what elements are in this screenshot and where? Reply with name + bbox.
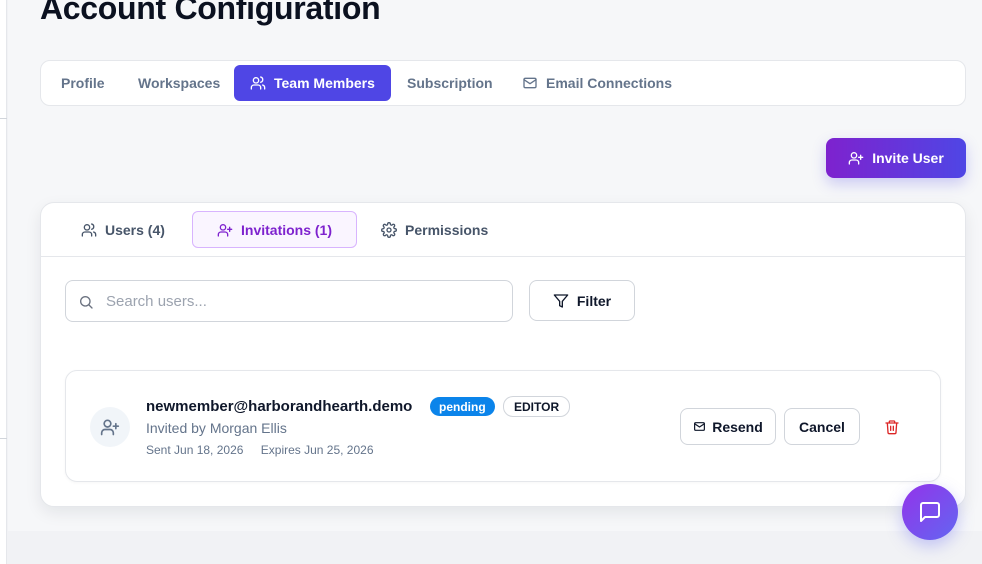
tab-label: Permissions (405, 221, 489, 238)
tab-label: Invitations (1) (241, 221, 333, 238)
top-tabs: Profile Workspaces Team Members Subscrip… (40, 60, 966, 106)
sub-tabs: Users (4) Invitations (1) Permissions (41, 203, 965, 257)
user-plus-icon (217, 223, 233, 237)
expires-date: Expires Jun 25, 2026 (260, 443, 374, 457)
invite-user-button[interactable]: Invite User (826, 138, 966, 178)
cancel-label: Cancel (799, 418, 845, 435)
tab-label: Users (4) (105, 221, 165, 238)
user-plus-icon (848, 152, 864, 165)
tab-email-connections[interactable]: Email Connections (522, 65, 672, 101)
role-badge: EDITOR (503, 396, 571, 417)
resend-button[interactable]: Resend (680, 408, 776, 445)
tab-invitations[interactable]: Invitations (1) (192, 211, 358, 248)
tab-label: Email Connections (546, 75, 673, 91)
avatar (90, 407, 130, 447)
tab-workspaces[interactable]: Workspaces (138, 65, 220, 101)
divider (0, 118, 7, 119)
tab-users[interactable]: Users (4) (81, 211, 165, 248)
mail-icon (694, 422, 706, 431)
gear-icon (381, 221, 397, 238)
search-icon (80, 296, 93, 309)
status-badge: pending (430, 397, 495, 416)
invite-user-label: Invite User (872, 150, 944, 166)
chat-icon (920, 502, 940, 522)
page-title: Account Configuration (40, 0, 381, 26)
divider (0, 438, 7, 439)
mail-icon (523, 77, 537, 89)
cancel-button[interactable]: Cancel (784, 408, 860, 445)
tab-label: Workspaces (138, 75, 221, 91)
user-plus-icon (100, 419, 120, 436)
tab-label: Team Members (274, 75, 375, 91)
trash-icon (885, 420, 899, 435)
users-icon (250, 76, 266, 90)
invitation-email: newmember@harborandhearth.demo (146, 398, 413, 415)
filter-label: Filter (576, 292, 612, 309)
tab-profile[interactable]: Profile (61, 65, 105, 101)
delete-button[interactable] (878, 415, 906, 439)
users-card: Users (4) Invitations (1) Permissions Fi… (40, 202, 966, 507)
invited-by: Invited by Morgan Ellis (146, 420, 287, 436)
invitation-row: newmember@harborandhearth.demo pending E… (65, 370, 941, 482)
tab-label: Subscription (407, 75, 493, 91)
main-content: Account Configuration Profile Workspaces… (8, 0, 982, 531)
tab-label: Profile (61, 75, 105, 91)
search-box (65, 280, 513, 322)
filter-button[interactable]: Filter (529, 280, 635, 321)
filter-icon (553, 293, 569, 308)
chat-button[interactable] (902, 484, 958, 540)
search-input[interactable] (106, 281, 506, 321)
sent-date: Sent Jun 18, 2026 (146, 443, 244, 457)
tab-team-members[interactable]: Team Members (234, 65, 391, 101)
left-sidebar-edge (0, 0, 7, 564)
invitation-dates: Sent Jun 18, 2026 Expires Jun 25, 2026 (146, 443, 374, 457)
tab-subscription[interactable]: Subscription (407, 65, 493, 101)
resend-label: Resend (712, 418, 763, 435)
tab-permissions[interactable]: Permissions (381, 211, 488, 248)
users-icon (81, 222, 97, 237)
